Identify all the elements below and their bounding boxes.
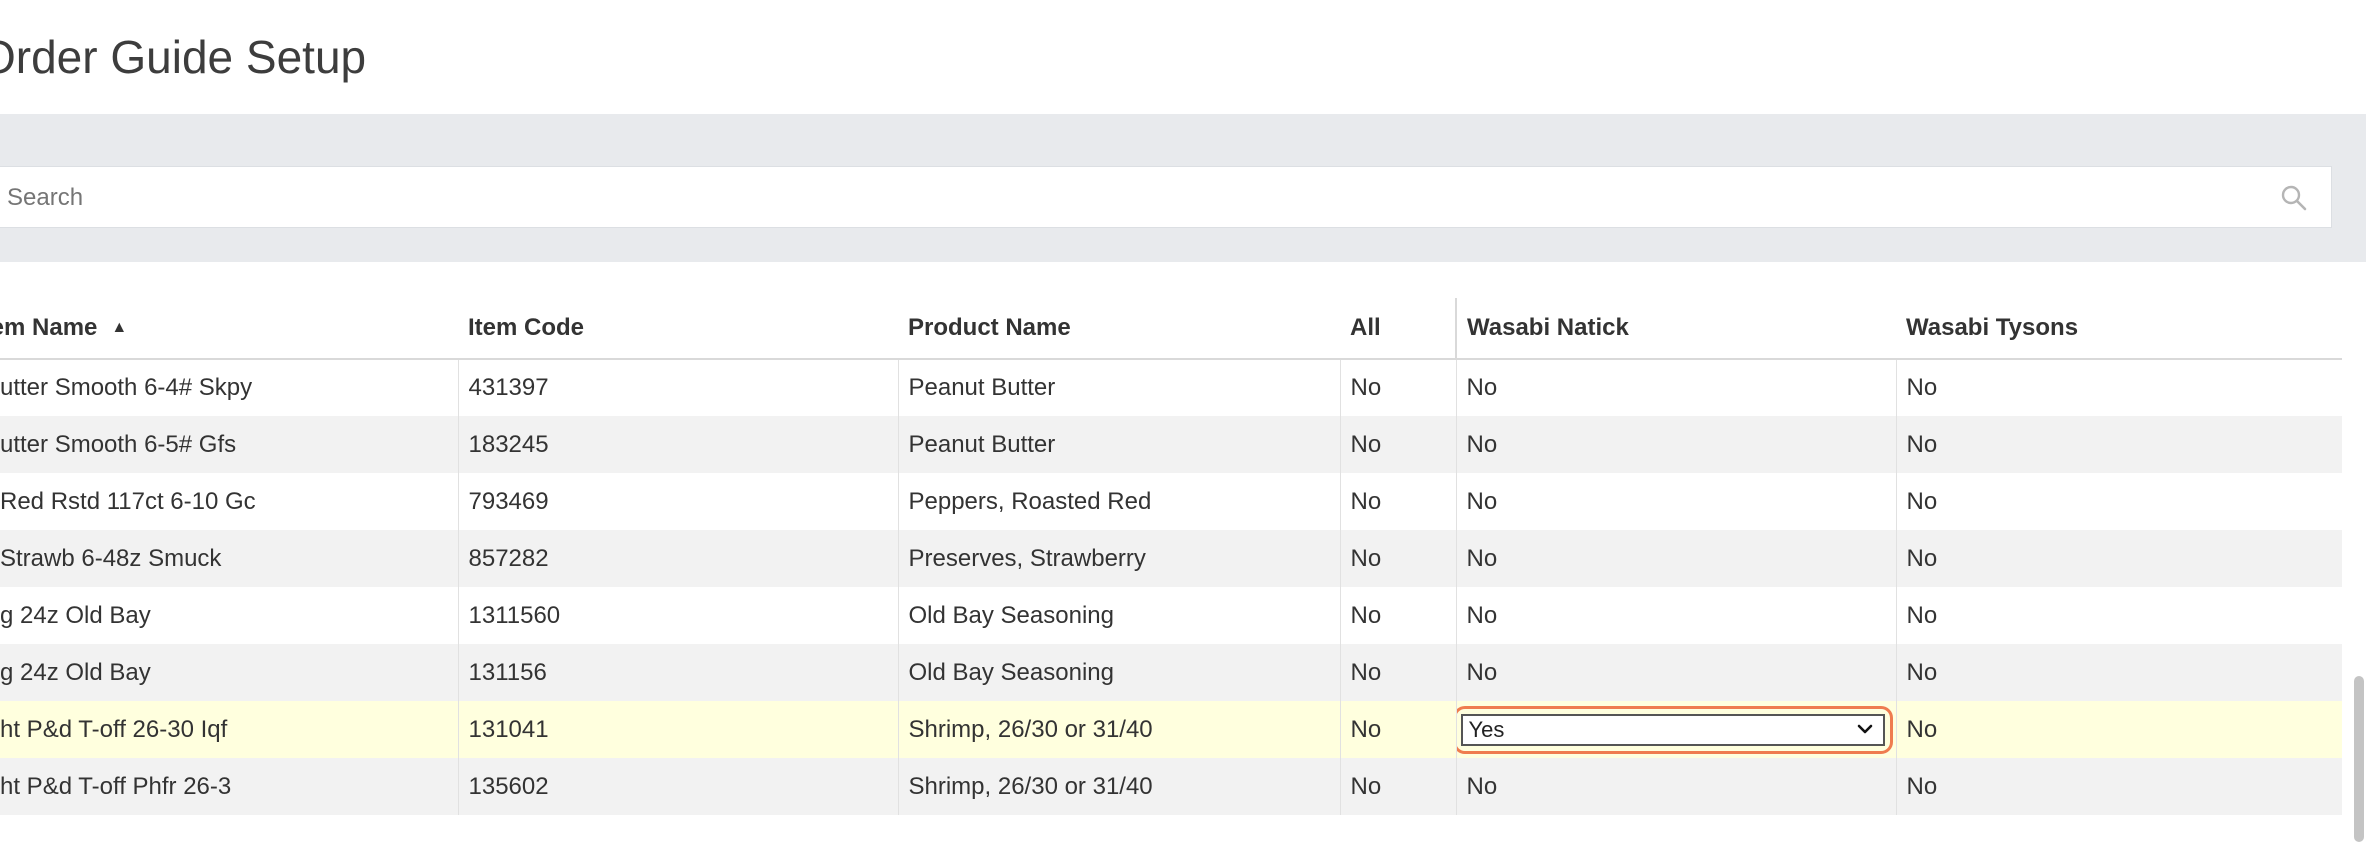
column-header-label: All — [1350, 314, 1381, 341]
cell-all[interactable]: No — [1340, 701, 1457, 758]
table-row[interactable]: Strawb 6-48z Smuck 857282 Preserves, Str… — [0, 530, 2342, 587]
sort-up-icon: ▲ — [111, 319, 128, 336]
cell-item-code: 1311560 — [458, 587, 899, 644]
cell-product-name: Old Bay Seasoning — [898, 644, 1341, 701]
select-value: Yes — [1468, 716, 1505, 742]
column-header-all[interactable]: All — [1340, 298, 1456, 360]
column-header-wasabi-tysons[interactable]: Wasabi Tysons — [1896, 298, 2342, 360]
cell-wasabi-tysons[interactable]: No — [1896, 359, 2342, 416]
cell-wasabi-natick[interactable]: No — [1456, 473, 1897, 530]
cell-wasabi-natick[interactable]: No — [1456, 758, 1897, 815]
search-input[interactable] — [5, 179, 2239, 217]
cell-item-code: 131041 — [458, 701, 899, 758]
cell-wasabi-tysons[interactable]: No — [1896, 644, 2342, 701]
cell-item-name: g 24z Old Bay — [0, 587, 459, 644]
cell-item-code: 431397 — [458, 359, 899, 416]
wasabi-natick-select-focus-ring: Yes — [1456, 705, 1893, 754]
cell-wasabi-tysons[interactable]: No — [1896, 587, 2342, 644]
cell-wasabi-natick-editing: Yes — [1456, 701, 1897, 758]
table-row[interactable]: g 24z Old Bay 131156 Old Bay Seasoning N… — [0, 644, 2342, 701]
table-row[interactable]: g 24z Old Bay 1311560 Old Bay Seasoning … — [0, 587, 2342, 644]
column-header-wasabi-natick[interactable]: Wasabi Natick — [1455, 298, 1896, 360]
cell-item-name: utter Smooth 6-4# Skpy — [0, 359, 459, 416]
column-header-label: Item Code — [468, 314, 585, 341]
table-header-row: Item Name ▲ Item Code Product Name All Wa… — [0, 298, 2342, 360]
cell-product-name: Peanut Butter — [898, 359, 1341, 416]
search-bar-area — [0, 114, 2366, 262]
wasabi-natick-select[interactable]: Yes — [1460, 713, 1885, 746]
cell-all[interactable]: No — [1340, 473, 1457, 530]
cell-all[interactable]: No — [1340, 758, 1457, 815]
cell-item-code: 183245 — [458, 416, 899, 473]
cell-item-code: 135602 — [458, 758, 899, 815]
cell-wasabi-natick[interactable]: No — [1456, 359, 1897, 416]
cell-item-code: 793469 — [458, 473, 899, 530]
cell-wasabi-natick[interactable]: No — [1456, 416, 1897, 473]
page-title-text: Order Guide Setup — [0, 31, 367, 83]
cell-wasabi-natick[interactable]: No — [1456, 587, 1897, 644]
table-row[interactable]: ht P&d T-off Phfr 26-3 135602 Shrimp, 26… — [0, 758, 2342, 815]
cell-wasabi-tysons[interactable]: No — [1896, 473, 2342, 530]
cell-item-name: Red Rstd 117ct 6-10 Gc — [0, 473, 459, 530]
column-header-label: Wasabi Tysons — [1906, 314, 2079, 341]
cell-product-name: Shrimp, 26/30 or 31/40 — [898, 701, 1341, 758]
cell-item-name: ht P&d T-off Phfr 26-3 — [0, 758, 459, 815]
search-box — [0, 166, 2332, 228]
column-header-label: Product Name — [908, 314, 1071, 341]
order-guide-setup-page: Order Guide Setup Item Name ▲ Item Code — [0, 0, 2366, 842]
cell-wasabi-natick[interactable]: No — [1456, 644, 1897, 701]
table-row[interactable]: Red Rstd 117ct 6-10 Gc 793469 Peppers, R… — [0, 473, 2342, 530]
cell-product-name: Shrimp, 26/30 or 31/40 — [898, 758, 1341, 815]
cell-wasabi-natick[interactable]: No — [1456, 530, 1897, 587]
column-header-item-code[interactable]: Item Code — [458, 298, 898, 360]
table-row[interactable]: utter Smooth 6-4# Skpy 431397 Peanut But… — [0, 359, 2342, 416]
cell-item-code: 131156 — [458, 644, 899, 701]
cell-product-name: Old Bay Seasoning — [898, 587, 1341, 644]
column-header-label: Item Name — [0, 314, 98, 341]
cell-product-name: Peppers, Roasted Red — [898, 473, 1341, 530]
column-header-label: Wasabi Natick — [1467, 314, 1629, 341]
cell-all[interactable]: No — [1340, 416, 1457, 473]
cell-item-name: ht P&d T-off 26-30 Iqf — [0, 701, 459, 758]
cell-item-code: 857282 — [458, 530, 899, 587]
order-guide-table: Item Name ▲ Item Code Product Name All Wa… — [0, 298, 2342, 815]
cell-product-name: Peanut Butter — [898, 416, 1341, 473]
cell-product-name: Preserves, Strawberry — [898, 530, 1341, 587]
cell-wasabi-tysons[interactable]: No — [1896, 701, 2342, 758]
cell-wasabi-tysons[interactable]: No — [1896, 416, 2342, 473]
cell-all[interactable]: No — [1340, 644, 1457, 701]
search-icon[interactable] — [2279, 183, 2309, 213]
cell-item-name: utter Smooth 6-5# Gfs — [0, 416, 459, 473]
table-row[interactable]: utter Smooth 6-5# Gfs 183245 Peanut Butt… — [0, 416, 2342, 473]
cell-all[interactable]: No — [1340, 530, 1457, 587]
chevron-down-icon — [1857, 724, 1872, 733]
cell-item-name: Strawb 6-48z Smuck — [0, 530, 459, 587]
cell-wasabi-tysons[interactable]: No — [1896, 530, 2342, 587]
column-header-product-name[interactable]: Product Name — [898, 298, 1340, 360]
column-header-item-name[interactable]: Item Name ▲ — [0, 298, 458, 360]
order-guide-table-container: Item Name ▲ Item Code Product Name All Wa… — [0, 298, 2342, 842]
cell-all[interactable]: No — [1340, 359, 1457, 416]
cell-item-name: g 24z Old Bay — [0, 644, 459, 701]
page-title: Order Guide Setup — [0, 30, 366, 84]
cell-all[interactable]: No — [1340, 587, 1457, 644]
cell-wasabi-tysons[interactable]: No — [1896, 758, 2342, 815]
table-row-active[interactable]: ht P&d T-off 26-30 Iqf 131041 Shrimp, 26… — [0, 701, 2342, 758]
vertical-scrollbar[interactable] — [2354, 676, 2364, 842]
